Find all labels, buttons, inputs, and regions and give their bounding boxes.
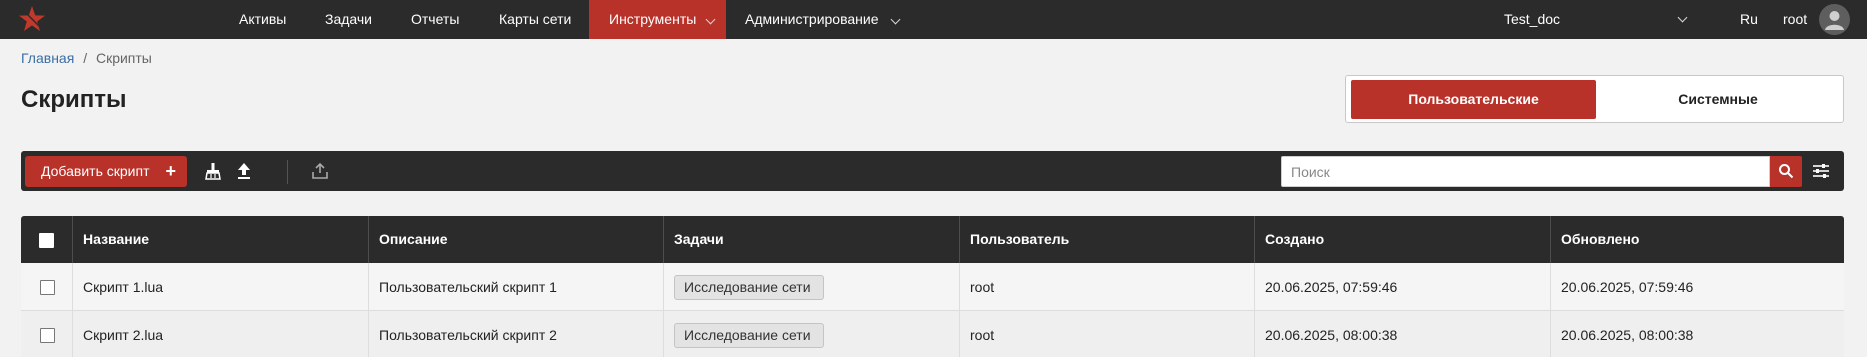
- cell-name: Скрипт 1.lua: [72, 263, 368, 311]
- nav-item-assets[interactable]: Активы: [239, 0, 286, 39]
- cell-created: 20.06.2025, 07:59:46: [1254, 263, 1550, 311]
- cell-description: Пользовательский скрипт 2: [368, 311, 663, 357]
- search-input[interactable]: [1281, 156, 1770, 187]
- nav-item-reports[interactable]: Отчеты: [411, 0, 459, 39]
- cell-tasks: Исследование сети: [663, 311, 959, 357]
- cell-created: 20.06.2025, 08:00:38: [1254, 311, 1550, 357]
- chevron-down-icon: [705, 14, 716, 25]
- export-icon[interactable]: [311, 162, 329, 180]
- top-navigation-bar: Активы Задачи Отчеты Карты сети Инструме…: [0, 0, 1867, 39]
- search-button[interactable]: [1770, 156, 1802, 187]
- table-header: Название Описание Задачи Пользователь Со…: [21, 216, 1844, 263]
- column-header-name[interactable]: Название: [72, 216, 368, 263]
- column-header-description[interactable]: Описание: [368, 216, 663, 263]
- plus-icon: +: [165, 161, 176, 181]
- filter-settings-icon[interactable]: [1811, 162, 1831, 180]
- select-all-cell: [21, 216, 72, 263]
- nav-item-tasks[interactable]: Задачи: [325, 0, 372, 39]
- cell-user: root: [959, 263, 1254, 311]
- avatar[interactable]: [1819, 4, 1850, 35]
- toolbar: Добавить скрипт +: [21, 151, 1844, 191]
- project-select-value: Test_doc: [1504, 11, 1561, 27]
- nav-item-administration[interactable]: Администрирование: [745, 0, 901, 39]
- page-title: Скрипты: [21, 86, 127, 113]
- chevron-down-icon: [1677, 12, 1688, 23]
- nav-item-tools[interactable]: Инструменты: [589, 0, 727, 39]
- cell-tasks: Исследование сети: [663, 263, 959, 311]
- toolbar-divider: [287, 160, 288, 184]
- star-logo-icon[interactable]: [18, 5, 46, 33]
- select-all-checkbox[interactable]: [39, 233, 54, 248]
- column-header-updated[interactable]: Обновлено: [1550, 216, 1844, 263]
- script-type-switch: Пользовательские Системные: [1345, 75, 1844, 123]
- scripts-table: Название Описание Задачи Пользователь Со…: [21, 216, 1844, 357]
- cell-description: Пользовательский скрипт 1: [368, 263, 663, 311]
- nav-item-tools-label: Инструменты: [609, 11, 697, 27]
- breadcrumb-separator: /: [83, 50, 88, 66]
- row-select-cell: [21, 263, 72, 311]
- row-checkbox[interactable]: [40, 280, 55, 295]
- column-header-user[interactable]: Пользователь: [959, 216, 1254, 263]
- add-script-label: Добавить скрипт: [41, 163, 150, 179]
- task-tag[interactable]: Исследование сети: [674, 275, 824, 300]
- column-header-tasks[interactable]: Задачи: [663, 216, 959, 263]
- row-checkbox[interactable]: [40, 328, 55, 343]
- cell-name: Скрипт 2.lua: [72, 311, 368, 357]
- breadcrumb-home-link[interactable]: Главная: [21, 50, 74, 66]
- upload-icon[interactable]: [235, 162, 253, 180]
- task-tag[interactable]: Исследование сети: [674, 323, 824, 348]
- row-select-cell: [21, 311, 72, 357]
- nav-item-network-maps[interactable]: Карты сети: [499, 0, 571, 39]
- tab-system-scripts[interactable]: Системные: [1596, 80, 1840, 119]
- username[interactable]: root: [1783, 0, 1807, 39]
- add-script-button[interactable]: Добавить скрипт +: [25, 156, 187, 187]
- clean-icon[interactable]: [204, 162, 222, 180]
- project-select[interactable]: Test_doc: [1504, 0, 1694, 39]
- tab-user-scripts[interactable]: Пользовательские: [1351, 80, 1596, 119]
- chevron-down-icon: [890, 14, 900, 25]
- breadcrumb-current: Скрипты: [95, 50, 152, 66]
- breadcrumb: Главная / Скрипты: [21, 50, 152, 66]
- table-row[interactable]: Скрипт 2.lua Пользовательский скрипт 2 И…: [21, 311, 1844, 357]
- cell-updated: 20.06.2025, 08:00:38: [1550, 311, 1844, 357]
- table-row[interactable]: Скрипт 1.lua Пользовательский скрипт 1 И…: [21, 263, 1844, 311]
- cell-user: root: [959, 311, 1254, 357]
- language-switch[interactable]: Ru: [1740, 0, 1758, 39]
- user-icon: [1825, 11, 1844, 30]
- column-header-created[interactable]: Создано: [1254, 216, 1550, 263]
- search-icon: [1779, 164, 1794, 179]
- cell-updated: 20.06.2025, 07:59:46: [1550, 263, 1844, 311]
- nav-item-administration-label: Администрирование: [745, 11, 879, 27]
